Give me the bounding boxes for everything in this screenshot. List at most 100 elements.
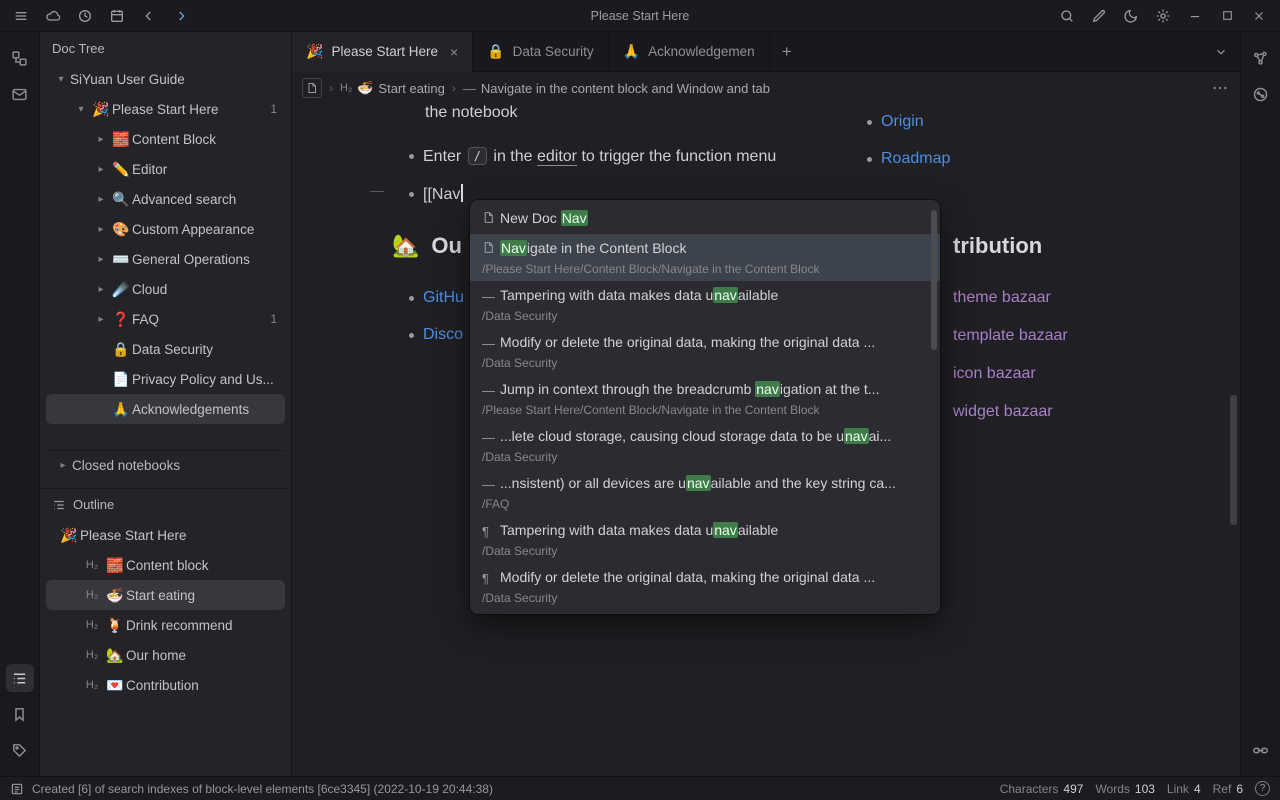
popup-item[interactable]: —Tampering with data makes data unavaila… [470,281,940,328]
doc-tree-dock-icon[interactable] [6,44,34,72]
theme-moon-icon[interactable] [1122,7,1140,25]
doctree-item-faq[interactable]: ▸❓FAQ1 [46,304,285,334]
tab-acknowledgemen[interactable]: 🙏Acknowledgemen [609,32,770,72]
daily-note-icon[interactable] [108,7,126,25]
h2-badge: H₂ [80,679,104,691]
window-title: Please Start Here [591,9,690,23]
search-icon[interactable] [1058,7,1076,25]
chevron-right-icon[interactable]: ▸ [92,194,110,205]
go-forward-icon[interactable] [172,7,190,25]
editor-scrollbar[interactable] [1230,395,1237,525]
outline-dock-icon[interactable] [6,664,34,692]
popup-item[interactable]: ¶Modify or delete the original data, mak… [470,563,940,610]
list-item: GitHu [409,286,464,310]
help-icon[interactable]: ? [1255,781,1270,796]
breadcrumb-more-icon[interactable]: ⋯ [1212,78,1230,98]
new-tab-button[interactable]: + [770,42,804,62]
breadcrumb-separator: › [452,81,456,95]
link-widget-bazaar[interactable]: widget bazaar [953,400,1068,424]
status-bar: Created [6] of search indexes of block-l… [0,776,1280,800]
settings-gear-icon[interactable] [1154,7,1172,25]
block-drag-handle[interactable]: — [370,182,384,198]
cloud-sync-icon[interactable] [44,7,62,25]
chevron-right-icon[interactable]: ▸ [92,164,110,175]
minimize-icon[interactable] [1186,7,1204,25]
closed-notebooks-row[interactable]: ▸ Closed notebooks [46,450,285,480]
chevron-right-icon[interactable]: ▸ [54,460,72,471]
doctree-item-custom-appearance[interactable]: ▸🎨Custom Appearance [46,214,285,244]
outline-item-contribution[interactable]: H₂💌Contribution [46,670,285,700]
tab-doc-emoji: 🔒 [487,43,504,60]
doctree-item-acknowledgements[interactable]: 🙏Acknowledgements [46,394,285,424]
popup-item-path: /FAQ [482,496,924,512]
link-template-bazaar[interactable]: template bazaar [953,324,1068,348]
bookmark-dock-icon[interactable] [6,700,34,728]
link-githu[interactable]: GitHu [423,289,464,307]
link-disco[interactable]: Disco [423,326,463,344]
popup-item[interactable]: —...lete cloud storage, causing cloud st… [470,422,940,469]
right-column-bullets: Origin Roadmap [867,110,950,184]
breadcrumb-heading[interactable]: H₂ 🍜 Start eating [340,80,445,96]
close-icon[interactable] [1250,7,1268,25]
doctree-item-please-start-here[interactable]: ▾🎉Please Start Here1 [46,94,285,124]
outline-item-drink-recommend[interactable]: H₂🍹Drink recommend [46,610,285,640]
outline-item-content-block[interactable]: H₂🧱Content block [46,550,285,580]
maximize-icon[interactable] [1218,7,1236,25]
link-theme-bazaar[interactable]: theme bazaar [953,286,1068,310]
tab-list: 🎉Please Start Here×🔒Data Security🙏Acknow… [292,32,770,72]
popup-item-path: /Please Start Here/Content Block/Navigat… [482,402,924,418]
popup-item[interactable]: —Jump in context through the breadcrumb … [470,375,940,422]
popup-item[interactable]: —...nsistent) or all devices are unavail… [470,469,940,516]
link-roadmap[interactable]: Roadmap [881,150,950,168]
edit-icon[interactable] [1090,7,1108,25]
popup-item[interactable]: ¶Tampering with data makes data unavaila… [470,516,940,563]
chevron-right-icon[interactable]: ▸ [92,284,110,295]
go-back-icon[interactable] [140,7,158,25]
h2-badge: H₂ [80,589,104,601]
link-origin[interactable]: Origin [881,113,924,131]
doctree-item-editor[interactable]: ▸✏️Editor [46,154,285,184]
doctree-item-content-block[interactable]: ▸🧱Content Block [46,124,285,154]
tag-dock-icon[interactable] [6,736,34,764]
link-icon-bazaar[interactable]: icon bazaar [953,362,1068,386]
h2-badge: H₂ [80,559,104,571]
popup-item[interactable]: New Doc Nav [470,204,940,234]
background-task-icon[interactable] [10,782,24,796]
chevron-down-icon[interactable]: ▾ [52,74,70,85]
tab-please-start-here[interactable]: 🎉Please Start Here× [292,32,473,72]
popup-item[interactable]: Navigate in the Content Block/Please Sta… [470,234,940,281]
backlink-dock-icon[interactable] [1247,736,1275,764]
global-graph-dock-icon[interactable] [1247,80,1275,108]
heading-emoji: 🎉 [58,527,80,544]
popup-scrollbar[interactable] [931,210,937,350]
popup-item[interactable]: —Modify or delete the original data, mak… [470,328,940,375]
editor-ref-link[interactable]: editor [537,148,577,166]
doc-file-icon[interactable] [302,78,322,98]
inbox-dock-icon[interactable] [6,80,34,108]
outline-item-start-eating[interactable]: H₂🍜Start eating [46,580,285,610]
workspace-menu-icon[interactable] [12,7,30,25]
breadcrumb-list-item[interactable]: — Navigate in the content block and Wind… [463,81,770,96]
chevron-down-icon[interactable]: ▾ [72,104,90,115]
doctree-item-advanced-search[interactable]: ▸🔍Advanced search [46,184,285,214]
doctree-item-data-security[interactable]: 🔒Data Security [46,334,285,364]
doctree-item-cloud[interactable]: ▸☄️Cloud [46,274,285,304]
chevron-right-icon[interactable]: ▸ [92,254,110,265]
chevron-right-icon[interactable]: ▸ [92,224,110,235]
chevron-right-icon[interactable]: ▸ [92,314,110,325]
graph-dock-icon[interactable] [1247,44,1275,72]
history-icon[interactable] [76,7,94,25]
outline-item-please-start-here[interactable]: 🎉Please Start Here [46,520,285,550]
tab-menu-chevron-icon[interactable] [1214,45,1240,59]
tab-close-icon[interactable]: × [450,44,458,60]
doctree-item-siyuan-user-guide[interactable]: ▾SiYuan User Guide [46,64,285,94]
h2-badge: H₂ [340,82,352,94]
tab-data-security[interactable]: 🔒Data Security [473,32,608,72]
list-item: Disco [409,323,464,347]
heading-emoji: 🧱 [104,557,126,574]
doctree-item-privacy-policy-and-us[interactable]: 📄Privacy Policy and Us... [46,364,285,394]
outline-item-our-home[interactable]: H₂🏡Our home [46,640,285,670]
chevron-right-icon[interactable]: ▸ [92,134,110,145]
list-item-icon: — [482,474,500,495]
doctree-item-general-operations[interactable]: ▸⌨️General Operations [46,244,285,274]
